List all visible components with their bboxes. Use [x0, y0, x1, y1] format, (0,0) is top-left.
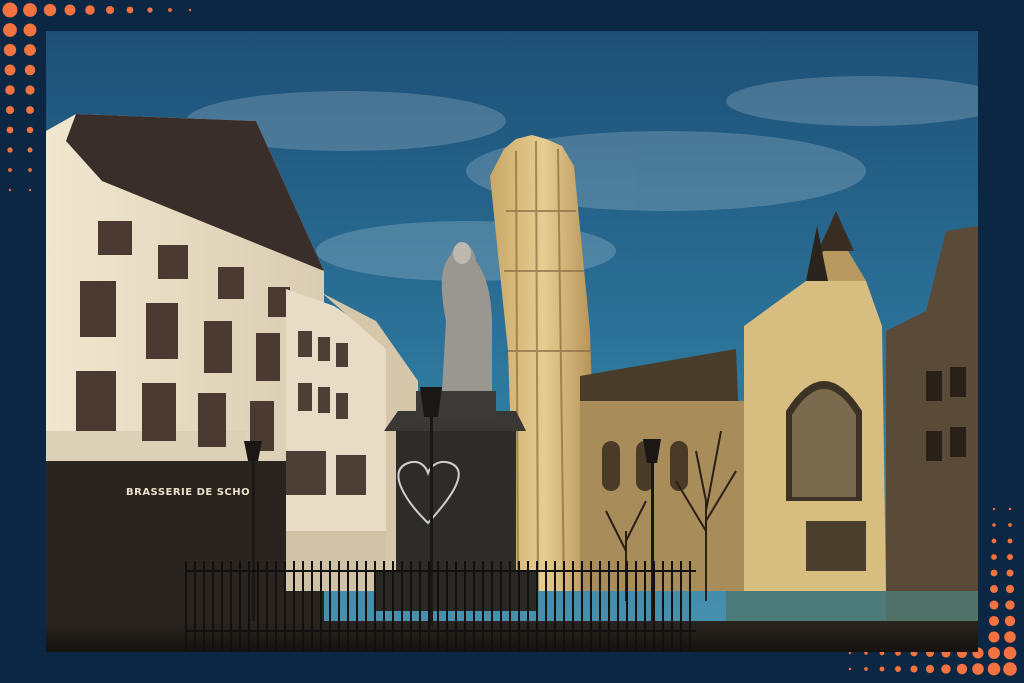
halftone-dot: [43, 3, 57, 17]
halftone-dot: [992, 523, 996, 527]
halftone-dot: [24, 44, 36, 56]
photo: BRASSERIE DE SCHO: [46, 31, 978, 652]
halftone-dot: [1003, 646, 1017, 660]
halftone-dot: [7, 147, 13, 153]
photo-scene: BRASSERIE DE SCHO: [46, 31, 978, 652]
halftone-dot: [105, 5, 115, 15]
halftone-dot: [988, 631, 1000, 643]
halftone-dot: [910, 665, 918, 673]
halftone-dot: [147, 7, 153, 13]
halftone-dot: [27, 147, 33, 153]
halftone-dot: [1008, 523, 1012, 527]
halftone-dot: [989, 600, 999, 610]
halftone-dot: [895, 666, 901, 672]
halftone-dot: [925, 664, 935, 674]
halftone-dot: [988, 647, 1000, 659]
halftone-dot: [1004, 615, 1016, 627]
halftone-dot: [26, 106, 34, 114]
halftone-dot: [28, 168, 32, 172]
halftone-dot: [1004, 631, 1016, 643]
halftone-dot: [987, 662, 1001, 676]
halftone-dot: [941, 664, 951, 674]
halftone-dot: [8, 168, 12, 172]
halftone-dot: [3, 43, 17, 57]
halftone-dot: [188, 8, 192, 12]
halftone-dot: [848, 667, 852, 671]
halftone-dot: [6, 126, 14, 134]
halftone-dot: [991, 538, 997, 544]
halftone-dot: [991, 554, 997, 560]
halftone-dot: [5, 105, 15, 115]
halftone-dot: [990, 569, 998, 577]
halftone-dot: [1008, 507, 1012, 511]
halftone-dot: [8, 188, 12, 192]
halftone-dot: [1005, 600, 1015, 610]
halftone-dot: [990, 585, 998, 593]
halftone-dot: [2, 2, 18, 18]
halftone-dot: [988, 615, 1000, 627]
cathedral-nave: [580, 349, 750, 591]
halftone-dot: [5, 85, 15, 95]
halftone-dot: [4, 64, 16, 76]
halftone-dot: [1007, 554, 1013, 560]
halftone-dot: [126, 6, 134, 14]
halftone-dot: [1006, 569, 1014, 577]
halftone-dot: [28, 188, 32, 192]
halftone-dot: [1003, 662, 1017, 676]
halftone-dot: [848, 651, 852, 655]
halftone-dot: [64, 4, 76, 16]
halftone-dot: [956, 663, 968, 675]
halftone-dot: [23, 23, 37, 37]
halftone-dot: [26, 126, 34, 134]
storefront-sign: BRASSERIE DE SCHO: [126, 487, 250, 498]
halftone-dot: [24, 64, 36, 76]
halftone-dot: [992, 507, 996, 511]
halftone-dot: [168, 8, 172, 12]
halftone-dot: [1005, 584, 1015, 594]
halftone-dot: [879, 666, 885, 672]
halftone-dot: [1007, 538, 1013, 544]
halftone-dot: [85, 5, 95, 15]
halftone-dot: [3, 23, 17, 37]
halftone-dot: [23, 3, 37, 17]
halftone-dot: [864, 667, 868, 671]
halftone-dot: [972, 663, 984, 675]
halftone-dot: [25, 85, 35, 95]
